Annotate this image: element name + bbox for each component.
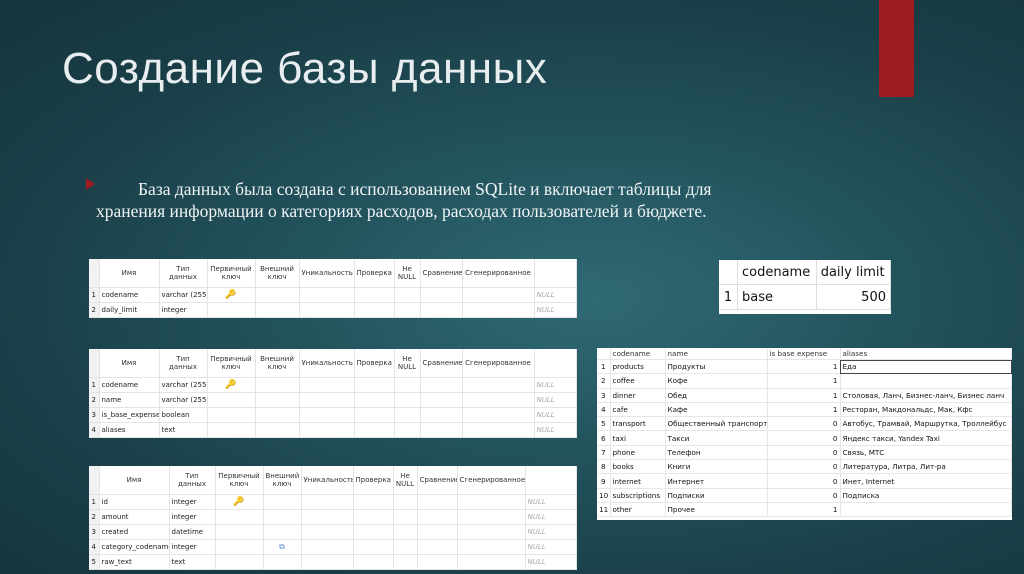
col-header[interactable]: Сгенерированное: [462, 259, 535, 288]
table-row[interactable]: 2 name varchar (255) NULL: [89, 392, 577, 408]
table-row[interactable]: 1 id integer 🔑 NULL: [89, 494, 577, 510]
col-header[interactable]: Имя: [99, 349, 160, 378]
col-header[interactable]: Не NULL: [394, 259, 421, 288]
table-row[interactable]: 1 codename varchar (255) 🔑 NULL: [89, 287, 577, 303]
col-header[interactable]: Внешний ключ: [255, 349, 300, 378]
body-line-1: База данных была создана с использование…: [138, 179, 712, 199]
col-header[interactable]: codename: [737, 260, 817, 285]
expense-schema-table: Имя Тип данных Первичный ключ Внешний кл…: [89, 466, 577, 570]
col-header[interactable]: Первичный ключ: [207, 349, 256, 378]
categories-data-table: codename name is base expense aliases 1 …: [597, 348, 1012, 520]
col-header[interactable]: Сравнение: [420, 259, 463, 288]
col-header[interactable]: Не NULL: [394, 349, 421, 378]
col-header[interactable]: Тип данных: [159, 259, 208, 288]
col-header[interactable]: Сравнение: [420, 349, 463, 378]
accent-bar: [879, 0, 914, 97]
table-row[interactable]: 1 codename varchar (255) 🔑 NULL: [89, 377, 577, 393]
col-header[interactable]: Проверка: [354, 349, 395, 378]
col-header[interactable]: name: [665, 348, 768, 360]
budget-data-table: codename daily limit 1 base 500: [719, 260, 892, 314]
category-schema-table: Имя Тип данных Первичный ключ Внешний кл…: [89, 349, 577, 438]
slide-body: База данных была создана с использование…: [96, 178, 796, 222]
col-header[interactable]: Уникальность: [299, 259, 355, 288]
aliases-edit-cell[interactable]: Еда: [840, 359, 1012, 375]
col-header[interactable]: Уникальность: [299, 349, 355, 378]
table-row[interactable]: 7 phone Телефон 0 Связь, МТС: [597, 445, 1012, 461]
col-header[interactable]: Первичный ключ: [215, 466, 264, 495]
table-row[interactable]: 3 dinner Обед 1 Столовая, Ланч, Бизнес-л…: [597, 388, 1012, 403]
col-header[interactable]: Уникальность: [301, 466, 354, 495]
col-header[interactable]: codename: [610, 348, 666, 360]
primary-key-icon[interactable]: 🔑: [225, 290, 236, 300]
slide-title: Создание базы данных: [62, 44, 548, 93]
col-header[interactable]: Первичный ключ: [207, 259, 256, 288]
col-header[interactable]: Тип данных: [169, 466, 216, 495]
table-row[interactable]: 3 is_base_expense boolean NULL: [89, 407, 577, 423]
table-row[interactable]: 2 amount integer NULL: [89, 509, 577, 525]
table-row[interactable]: 8 books Книги 0 Литература, Литра, Лит-р…: [597, 459, 1012, 475]
table-row[interactable]: 5 transport Общественный транспорт 0 Авт…: [597, 416, 1012, 432]
table-row[interactable]: 4 cafe Кафе 1 Ресторан, Макдональдс, Мак…: [597, 402, 1012, 418]
table-row[interactable]: 10 subscriptions Подписки 0 Подписка: [597, 488, 1012, 503]
col-header[interactable]: Тип данных: [159, 349, 208, 378]
col-header[interactable]: Сгенерированное: [457, 466, 526, 495]
table-row[interactable]: 2 daily_limit integer NULL: [89, 302, 577, 318]
col-header[interactable]: Не NULL: [393, 466, 418, 495]
table-row[interactable]: 3 created datetime NULL: [89, 524, 577, 540]
table-row[interactable]: 6 taxi Такси 0 Яндекс такси, Yandex Taxi: [597, 430, 1012, 446]
budget-schema-table: Имя Тип данных Первичный ключ Внешний кл…: [89, 259, 577, 318]
col-header[interactable]: Внешний ключ: [255, 259, 300, 288]
table-row[interactable]: 2 coffee Кофе 1: [597, 373, 1012, 389]
bullet-arrow-icon: [86, 178, 95, 190]
table-row[interactable]: 4 category_codename integer ⧉ NULL: [89, 539, 577, 555]
table-row[interactable]: 4 aliases text NULL: [89, 422, 577, 438]
col-header[interactable]: Внешний ключ: [263, 466, 302, 495]
primary-key-icon[interactable]: 🔑: [225, 380, 236, 390]
col-header[interactable]: is base expense: [767, 348, 841, 360]
col-header[interactable]: Сгенерированное: [462, 349, 535, 378]
col-header[interactable]: Имя: [99, 466, 170, 495]
col-header[interactable]: Проверка: [353, 466, 394, 495]
col-header[interactable]: aliases: [840, 348, 1012, 360]
primary-key-icon[interactable]: 🔑: [233, 497, 244, 507]
foreign-key-icon[interactable]: ⧉: [279, 542, 285, 551]
table-row[interactable]: 1 base 500: [719, 284, 892, 310]
table-row[interactable]: 9 internet Интернет 0 Инет, Internet: [597, 473, 1012, 489]
col-header[interactable]: Имя: [99, 259, 160, 288]
table-row[interactable]: 1 products Продукты 1 Еда: [597, 359, 1012, 375]
col-header[interactable]: daily limit: [816, 260, 892, 285]
col-header[interactable]: Проверка: [354, 259, 395, 288]
table-row[interactable]: 11 other Прочее 1: [597, 502, 1012, 518]
col-header[interactable]: Сравнение: [417, 466, 458, 495]
body-line-2: хранения информации о категориях расходо…: [96, 201, 707, 221]
table-row[interactable]: 5 raw_text text NULL: [89, 554, 577, 570]
